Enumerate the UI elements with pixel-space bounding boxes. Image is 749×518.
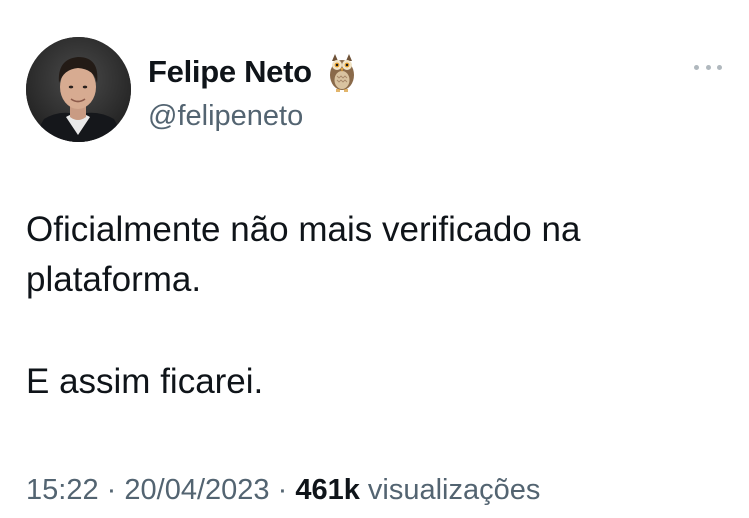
more-dot xyxy=(717,64,722,70)
more-dot xyxy=(705,64,711,70)
author-name-row: Felipe Neto xyxy=(148,50,358,94)
views-label: visualizações xyxy=(367,474,541,506)
meta-separator: · xyxy=(277,474,288,506)
avatar-photo xyxy=(26,37,131,142)
tweet-meta: 15:22 · 20/04/2023 · 461k visualizações xyxy=(26,470,540,510)
author-display-name[interactable]: Felipe Neto xyxy=(148,50,312,94)
tweet-time[interactable]: 15:22 xyxy=(26,474,99,506)
views-count[interactable]: 461k xyxy=(295,474,360,506)
more-horizontal-icon[interactable] xyxy=(694,60,722,74)
tweet-text-paragraph: E assim ficarei. xyxy=(26,362,264,401)
tweet-date[interactable]: 20/04/2023 xyxy=(124,474,269,506)
meta-separator: · xyxy=(106,474,117,506)
tweet-text: Oficialmente não mais verificado na plat… xyxy=(26,205,726,407)
author-handle[interactable]: @felipeneto xyxy=(148,96,303,136)
avatar[interactable] xyxy=(26,37,131,142)
tweet-text-line: Oficialmente não mais verificado na xyxy=(26,210,581,249)
more-dot xyxy=(694,64,699,70)
owl-icon xyxy=(326,51,358,93)
tweet-card: Felipe Neto @felipeneto Oficialmente não… xyxy=(0,0,749,518)
tweet-text-line: plataforma. xyxy=(26,260,202,299)
